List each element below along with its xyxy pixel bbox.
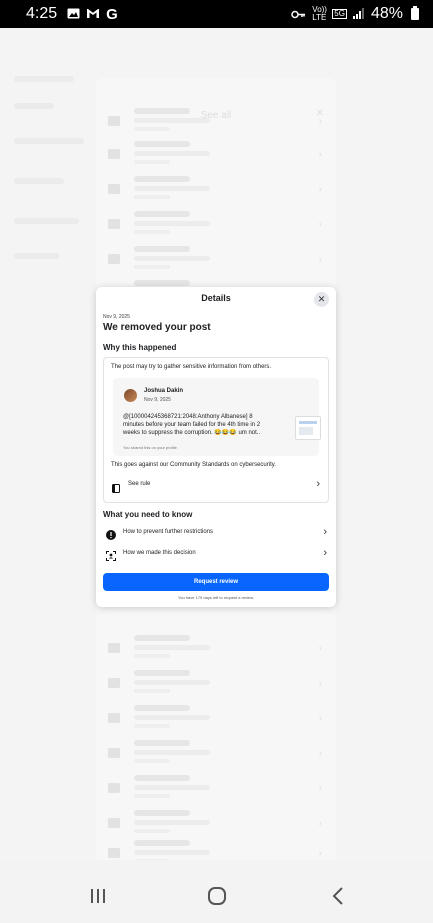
bg-list-item: › <box>108 703 328 737</box>
bg-list-item: › <box>108 174 328 208</box>
see-rule-label: See rule <box>128 481 151 487</box>
gallery-icon <box>67 7 80 22</box>
dialog-title: Details <box>201 293 231 303</box>
bg-list-item: › <box>108 209 328 243</box>
bg-list-item: › <box>108 773 328 807</box>
scan-icon <box>106 548 116 561</box>
standards-text: This goes against our Community Standard… <box>111 462 276 468</box>
post-author: Joshua Dakin <box>144 388 184 394</box>
post-date: Nov 9, 2025 <box>144 397 171 403</box>
post-shared-note: You shared this on your profile <box>123 445 177 450</box>
chevron-right-icon: › <box>316 478 320 490</box>
avatar <box>124 389 137 402</box>
why-heading: Why this happened <box>103 343 177 352</box>
prevent-restrictions-row[interactable]: How to prevent further restrictions › <box>103 524 329 542</box>
post-thumbnail <box>295 416 321 440</box>
gmail-icon <box>86 7 100 22</box>
bg-list-item: › <box>108 106 328 140</box>
system-nav-bar <box>0 860 433 923</box>
bg-list-item: › <box>108 808 328 842</box>
back-icon <box>332 887 343 905</box>
battery-icon <box>411 6 419 20</box>
network-5g-indicator: 5G <box>332 9 347 19</box>
bg-list-item: › <box>108 244 328 278</box>
bg-list-item: › <box>108 738 328 772</box>
close-icon: ✕ <box>317 294 326 304</box>
bg-list-item: › <box>108 633 328 667</box>
removal-date: Nov 9, 2025 <box>103 314 130 320</box>
chevron-right-icon: › <box>323 526 327 538</box>
decision-info-label: How we made this decision <box>123 550 196 556</box>
status-bar: 4:25 G Vo)) LTE 5G 48% <box>0 0 433 28</box>
need-to-know-heading: What you need to know <box>103 510 193 519</box>
bg-list-item: › <box>108 668 328 702</box>
bg-side-line <box>14 218 79 224</box>
see-rule-row[interactable]: See rule › <box>108 476 324 494</box>
post-preview[interactable]: Joshua Dakin Nov 9, 2025 @[1000042453687… <box>113 378 321 456</box>
battery-percent: 48% <box>370 5 403 22</box>
close-button[interactable]: ✕ <box>314 292 329 307</box>
lte-indicator: Vo)) LTE <box>312 5 327 22</box>
signal-icon <box>352 6 365 23</box>
key-icon <box>291 6 306 23</box>
bg-list-item: › <box>108 139 328 173</box>
google-icon: G <box>106 5 118 23</box>
reason-text: The post may try to gather sensitive inf… <box>111 364 272 370</box>
clock: 4:25 <box>26 5 58 22</box>
bg-side-line <box>14 253 59 259</box>
request-review-button[interactable]: Request review <box>103 573 329 591</box>
book-icon <box>112 480 120 493</box>
details-dialog: Details ✕ Nov 9, 2025 We removed your po… <box>96 287 336 607</box>
dialog-heading: We removed your post <box>103 322 211 333</box>
bg-side-line <box>14 138 84 144</box>
reason-box: The post may try to gather sensitive inf… <box>103 357 329 503</box>
prevent-restrictions-label: How to prevent further restrictions <box>123 529 214 535</box>
decision-info-row[interactable]: How we made this decision › <box>103 545 329 563</box>
recent-apps-button[interactable] <box>78 876 118 916</box>
days-left-note: You have 179 days left to request a revi… <box>177 595 255 600</box>
dialog-header: Details ✕ <box>96 287 336 311</box>
post-body: @[100004245368721:2048:Anthony Albanese]… <box>123 414 261 436</box>
bg-side-line <box>14 76 74 82</box>
home-icon <box>208 887 226 905</box>
back-button[interactable] <box>318 876 358 916</box>
home-button[interactable] <box>197 876 237 916</box>
bg-side-line <box>14 178 64 184</box>
alert-circle-icon <box>106 527 116 540</box>
bg-side-line <box>14 103 54 109</box>
chevron-right-icon: › <box>323 547 327 559</box>
recent-apps-icon <box>91 889 105 903</box>
